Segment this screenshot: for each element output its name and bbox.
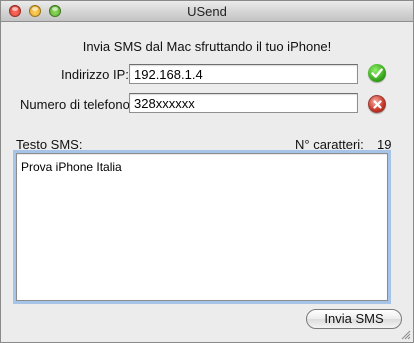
phone-number-field[interactable] — [129, 93, 358, 113]
send-sms-button[interactable]: Invia SMS — [306, 309, 402, 329]
char-count-label: N° caratteri: — [295, 137, 364, 152]
char-count-value: 19 — [377, 137, 392, 152]
error-icon — [368, 95, 386, 113]
window-title: USend — [187, 4, 227, 19]
check-icon — [368, 64, 386, 82]
sms-text-label: Testo SMS: — [16, 137, 83, 152]
resize-grip-icon[interactable] — [401, 330, 411, 340]
ip-address-field[interactable] — [129, 64, 358, 84]
page-heading: Invia SMS dal Mac sfruttando il tuo iPho… — [82, 39, 332, 54]
ip-label: Indirizzo IP: — [61, 67, 129, 82]
sms-text-area[interactable]: Prova iPhone Italia — [16, 153, 388, 301]
app-window: USend Invia SMS dal Mac sfruttando il tu… — [0, 0, 414, 343]
phone-label: Numero di telefono: — [20, 97, 134, 112]
title-bar[interactable]: USend — [1, 1, 413, 22]
